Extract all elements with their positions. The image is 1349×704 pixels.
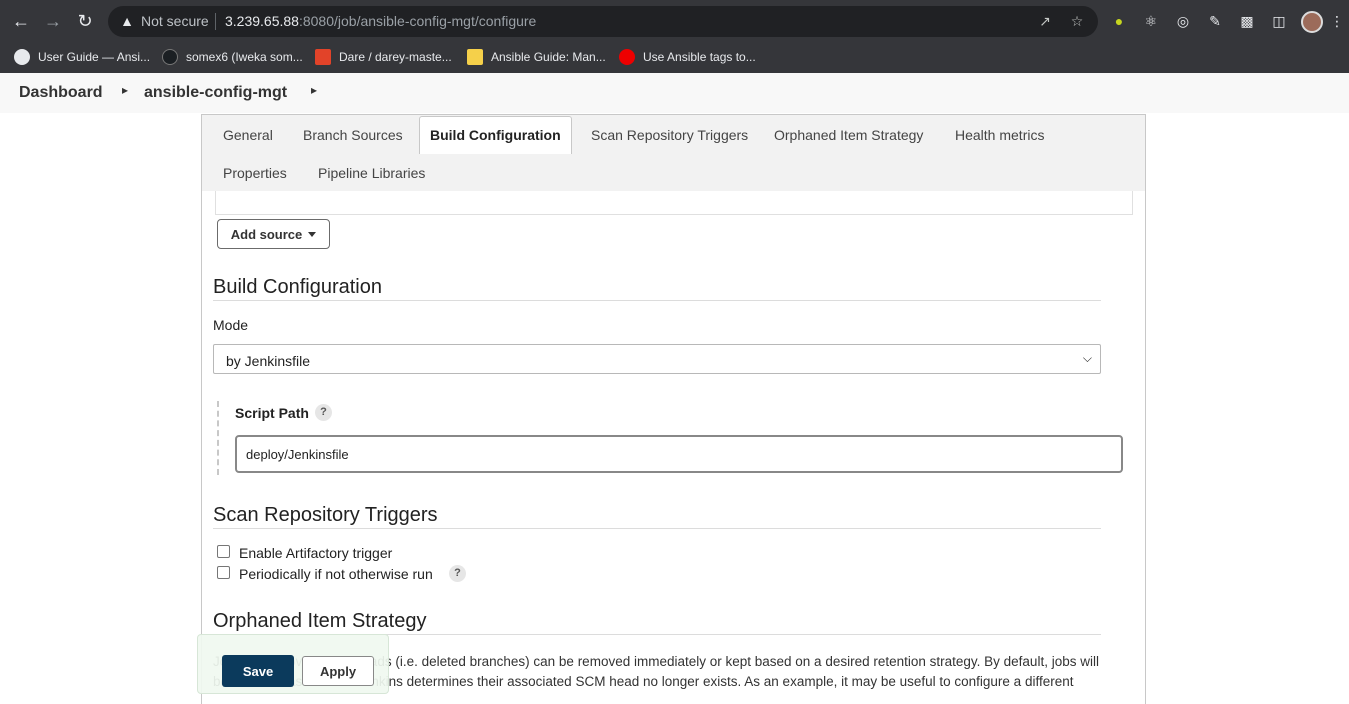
profile-avatar[interactable]	[1301, 11, 1323, 33]
branch-source-box	[215, 191, 1133, 215]
script-path-input[interactable]: deploy/Jenkinsfile	[235, 435, 1123, 473]
caret-down-icon	[308, 231, 317, 237]
tab-scan-repository-triggers[interactable]: Scan Repository Triggers	[591, 127, 748, 143]
url-text[interactable]: 3.239.65.88:8080/job/ansible-config-mgt/…	[225, 13, 536, 29]
bookmark-star-icon[interactable]: ☆	[1068, 12, 1086, 30]
forward-arrow-icon[interactable]: →	[42, 10, 64, 32]
share-icon[interactable]: ↗	[1036, 12, 1054, 30]
bookmark-label: Dare / darey-maste...	[339, 50, 452, 64]
artifactory-trigger-label[interactable]: Enable Artifactory trigger	[239, 545, 392, 561]
script-path-label: Script Path	[235, 405, 309, 421]
section-divider	[213, 528, 1101, 529]
mode-select[interactable]: by Jenkinsfile ⌵	[213, 344, 1101, 374]
redhat-icon	[619, 49, 635, 65]
section-title-scan-repository-triggers: Scan Repository Triggers	[213, 504, 438, 526]
puzzle-extensions-icon[interactable]: ▩	[1237, 11, 1257, 31]
bookmark-label: Use Ansible tags to...	[643, 50, 756, 64]
apply-button[interactable]: Apply	[302, 656, 374, 686]
tab-health-metrics[interactable]: Health metrics	[955, 127, 1044, 143]
tab-branch-sources[interactable]: Branch Sources	[303, 127, 403, 143]
section-divider	[213, 300, 1101, 301]
script-path-value: deploy/Jenkinsfile	[246, 447, 349, 462]
mode-label: Mode	[213, 317, 249, 333]
url-host: 3.239.65.88	[225, 13, 299, 29]
url-path: :8080/job/ansible-config-mgt/configure	[298, 13, 537, 29]
bookmark-label: somex6 (Iweka som...	[186, 50, 303, 64]
add-source-label: Add source	[230, 226, 303, 242]
bookmark-item[interactable]: Ansible Guide: Man...	[467, 47, 606, 67]
bookmark-label: User Guide — Ansi...	[38, 50, 151, 64]
breadcrumb-job[interactable]: ansible-config-mgt	[144, 84, 287, 102]
bookmark-label: Ansible Guide: Man...	[491, 50, 606, 64]
periodic-run-checkbox[interactable]	[217, 566, 230, 579]
reload-icon[interactable]: ↻	[74, 10, 96, 32]
address-bar[interactable]: ▲ Not secure 3.239.65.88:8080/job/ansibl…	[108, 6, 1098, 37]
tab-orphaned-item-strategy[interactable]: Orphaned Item Strategy	[774, 127, 923, 143]
bulb-icon	[467, 49, 483, 65]
globe-icon	[14, 49, 30, 65]
bookmarks-bar: User Guide — Ansi... somex6 (Iweka som..…	[0, 42, 1349, 73]
bookmark-item[interactable]: Dare / darey-maste...	[315, 47, 452, 67]
section-title-build-configuration: Build Configuration	[213, 276, 382, 298]
help-icon[interactable]: ?	[449, 565, 466, 582]
breadcrumb-dashboard[interactable]: Dashboard	[19, 84, 103, 102]
bookmark-item[interactable]: Use Ansible tags to...	[619, 47, 756, 67]
chevron-down-icon: ⌵	[1082, 351, 1092, 365]
security-label[interactable]: Not secure	[141, 13, 209, 29]
config-tabs: General Branch Sources Build Configurati…	[202, 115, 1145, 191]
pen-extension-icon[interactable]: ✎	[1205, 11, 1225, 31]
nested-indent-line	[217, 401, 219, 475]
omnibox-divider	[215, 13, 216, 30]
side-panel-icon[interactable]: ◫	[1269, 11, 1289, 31]
menu-kebab-icon[interactable]: ⋮	[1327, 11, 1347, 31]
react-devtools-icon[interactable]: ⚛	[1141, 11, 1161, 31]
tab-properties[interactable]: Properties	[223, 165, 287, 181]
periodic-run-label[interactable]: Periodically if not otherwise run	[239, 566, 433, 582]
save-button[interactable]: Save	[222, 655, 294, 687]
github-icon	[162, 49, 178, 65]
help-icon[interactable]: ?	[315, 404, 332, 421]
target-extension-icon[interactable]: ◎	[1173, 11, 1193, 31]
mode-select-value: by Jenkinsfile	[226, 353, 311, 369]
extension-circle-icon[interactable]: ●	[1109, 11, 1129, 31]
chevron-right-icon[interactable]: ▸	[311, 83, 317, 97]
config-panel: General Branch Sources Build Configurati…	[201, 114, 1146, 704]
tab-pipeline-libraries[interactable]: Pipeline Libraries	[318, 165, 425, 181]
artifactory-trigger-checkbox[interactable]	[217, 545, 230, 558]
warning-icon[interactable]: ▲	[118, 12, 136, 30]
tab-general[interactable]: General	[223, 127, 273, 143]
breadcrumb: Dashboard ▸ ansible-config-mgt ▸	[0, 73, 1349, 113]
add-source-button[interactable]: Add source	[217, 219, 330, 249]
section-title-orphaned-item-strategy: Orphaned Item Strategy	[213, 610, 427, 632]
back-arrow-icon[interactable]: ←	[10, 10, 32, 32]
chevron-right-icon[interactable]: ▸	[122, 83, 128, 97]
browser-toolbar: ← → ↻ ▲ Not secure 3.239.65.88:8080/job/…	[0, 0, 1349, 42]
tab-build-configuration[interactable]: Build Configuration	[419, 116, 572, 154]
bookmark-item[interactable]: somex6 (Iweka som...	[162, 47, 303, 67]
gitlab-icon	[315, 49, 331, 65]
bookmark-item[interactable]: User Guide — Ansi...	[14, 47, 150, 67]
